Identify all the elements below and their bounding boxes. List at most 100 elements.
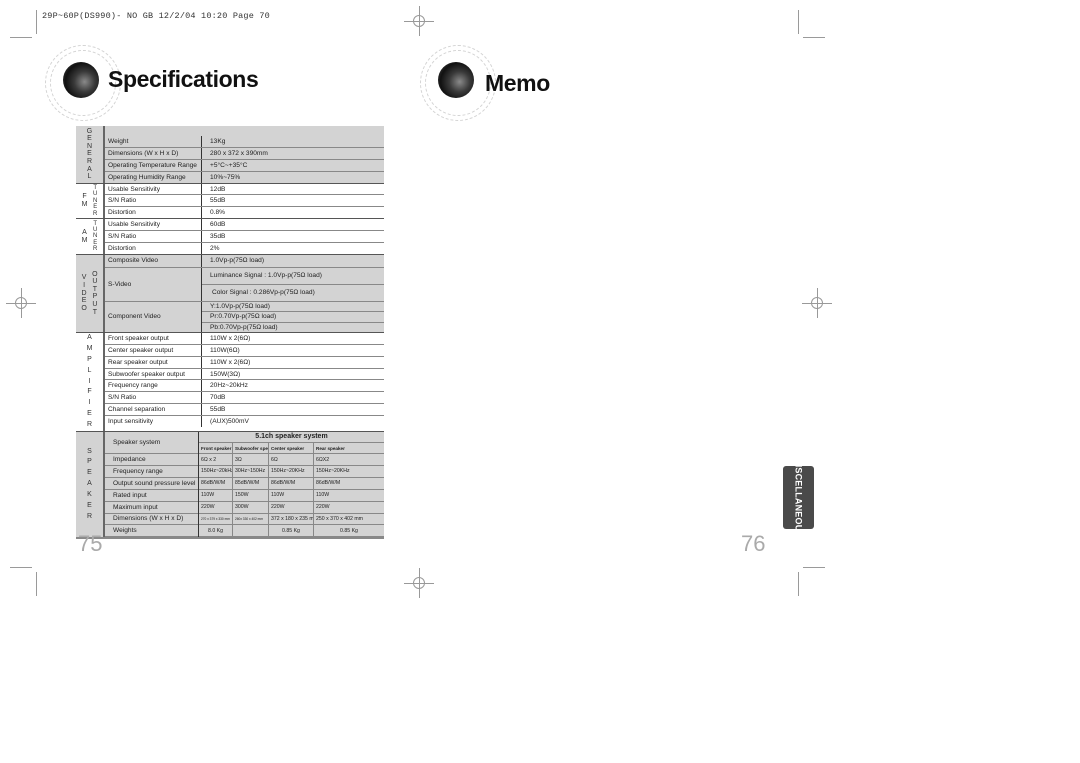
spec-row: Distortion 0.8%: [105, 207, 384, 219]
speaker-column-header: Front speaker: [199, 443, 233, 455]
speaker-cell: 110W: [199, 489, 233, 502]
spec-key: Frequency range: [105, 380, 202, 392]
speaker-cell: 300W: [233, 501, 269, 514]
spec-key: Composite Video: [105, 254, 202, 267]
spec-key: S-Video: [105, 267, 202, 301]
spec-key: Center speaker output: [105, 344, 202, 356]
section-label-fm-tuner: FMTUNER: [76, 183, 105, 219]
registration-mark-icon: [6, 288, 36, 318]
page-title-specifications: Specifications: [108, 66, 259, 92]
section-label-letter: R: [93, 210, 98, 217]
section-label-letter: E: [87, 135, 92, 143]
page-number-right: 76: [741, 531, 766, 556]
speaker-cell: 0.85 Kg: [269, 525, 314, 538]
spec-value: 35dB: [210, 233, 226, 241]
page-number-left: 75: [78, 531, 103, 556]
spec-key: Channel separation: [105, 404, 202, 416]
speaker-cell: 86dB/W/M: [199, 477, 233, 490]
spec-value: (AUX)500mV: [210, 418, 249, 426]
speaker-cell: 0.85 Kg: [314, 525, 384, 538]
section-video-output: VIDEOOUTPUT Composite Video 1.0Vp-p(75Ω l…: [76, 254, 384, 333]
speaker-cell: 6ΩX2: [314, 454, 384, 466]
spec-key: Output sound pressure level: [105, 478, 198, 490]
spec-value: 1.0Vp-p(75Ω load): [210, 257, 265, 265]
section-label-letter: O: [92, 270, 98, 278]
section-label-letter: E: [87, 410, 92, 418]
speaker-cell: 110W: [314, 490, 384, 502]
spec-value: Pr:0.70Vp-p(75Ω load): [202, 312, 384, 323]
spec-key: Distortion: [105, 243, 202, 254]
spec-key: Rear speaker output: [105, 356, 202, 368]
crop-mark: [803, 37, 825, 38]
section-label-letter: P: [87, 458, 92, 466]
section-label-letter: A: [82, 228, 87, 236]
speaker-cell: 30Hz~150Hz: [233, 465, 269, 478]
spec-key: Dimensions (W x H x D): [105, 514, 198, 526]
speaker-column-header: Center speaker: [269, 443, 314, 455]
spec-row: Weight 13Kg: [105, 136, 384, 148]
registration-mark-icon: [802, 288, 832, 318]
spec-row: Front speaker output 110W x 2(6Ω): [105, 332, 384, 345]
spec-row: Channel separation 55dB: [105, 404, 384, 417]
crop-mark: [36, 10, 37, 34]
section-label-letter: F: [82, 193, 87, 201]
section-label-letter: K: [87, 491, 92, 499]
spec-key: Frequency range: [105, 466, 198, 478]
spec-value: +5°C~+35°C: [210, 161, 248, 169]
speaker-cell: 3Ω: [233, 454, 269, 466]
spec-row: Usable Sensitivity 12dB: [105, 183, 384, 196]
speaker-cell: 150W: [233, 489, 269, 502]
print-slug-line: 29P~60P(DS990)- NO GB 12/2/04 10:20 Page…: [42, 11, 270, 21]
crop-mark: [10, 37, 32, 38]
spec-row: Dimensions (W x H x D) 280 x 372 x 390mm: [105, 147, 384, 160]
section-label-letter: I: [88, 399, 91, 407]
section-label-letter: R: [93, 246, 98, 253]
section-label-letter: M: [81, 236, 88, 244]
spec-key: Operating Humidity Range: [105, 171, 202, 183]
section-label-letter: F: [87, 388, 92, 396]
section-label-letter: D: [81, 289, 87, 297]
section-label-letter: R: [86, 158, 93, 166]
spec-value: Color Signal : 0.286Vp-p(75Ω load): [212, 289, 315, 297]
spec-key: Subwoofer speaker output: [105, 368, 202, 380]
section-amplifier: AMPLIFIER Front speaker output 110W x 2(6…: [76, 332, 384, 433]
section-label-letter: E: [87, 150, 92, 158]
speaker-cell: 86dB/W/M: [269, 477, 314, 490]
section-general: GENERAL Weight 13Kg Dimensions (W x H x D…: [76, 126, 384, 184]
speaker-cell: 8.0 Kg: [199, 525, 233, 538]
section-label-letter: T: [92, 285, 98, 293]
speaker-cell: 6Ω x 2: [199, 454, 233, 466]
spec-row: Component Video Y:1.0Vp-p(75Ω load) Pr:0…: [105, 301, 384, 332]
section-label-letter: E: [81, 297, 87, 305]
section-label-letter: G: [86, 127, 93, 135]
spec-value: 110W(6Ω): [210, 346, 240, 354]
spec-value: 13Kg: [210, 137, 226, 145]
section-label-letter: S: [87, 447, 92, 455]
section-label-speaker: SPEAKER: [76, 432, 105, 538]
speaker-cell: 372 x 180 x 235 mm: [269, 513, 314, 526]
spec-row: Subwoofer speaker output 150W(3Ω): [105, 368, 384, 381]
section-label-letter: N: [86, 142, 93, 150]
registration-mark-icon: [404, 568, 434, 598]
section-label-letter: P: [92, 293, 98, 301]
section-label-letter: U: [92, 278, 98, 286]
spec-key: Front speaker output: [105, 332, 202, 344]
spec-row: Operating Temperature Range +5°C~+35°C: [105, 159, 384, 172]
spec-key: Speaker system: [105, 432, 198, 455]
crop-mark: [803, 567, 825, 568]
section-label-letter: O: [81, 304, 87, 312]
spec-value: 70dB: [210, 394, 226, 402]
section-label-letter: U: [92, 301, 98, 308]
speaker-cell: 150Hz~20KHz: [269, 465, 314, 478]
section-label-letter: R: [86, 512, 93, 520]
spec-row: S/N Ratio 55dB: [105, 195, 384, 208]
spec-key: S/N Ratio: [105, 231, 202, 243]
speaker-cell: [233, 525, 269, 538]
speaker-column-header: Rear speaker: [314, 443, 384, 455]
section-tab-miscellaneous[interactable]: MISCELLANEOUS: [783, 457, 814, 538]
spec-row: Rear speaker output 110W x 2(6Ω): [105, 356, 384, 369]
speaker-cell: 110W: [269, 489, 314, 502]
section-label-letter: I: [83, 282, 86, 290]
speaker-cell: 250 x 370 x 402 mm: [314, 514, 384, 526]
section-label-letter: E: [87, 469, 92, 477]
